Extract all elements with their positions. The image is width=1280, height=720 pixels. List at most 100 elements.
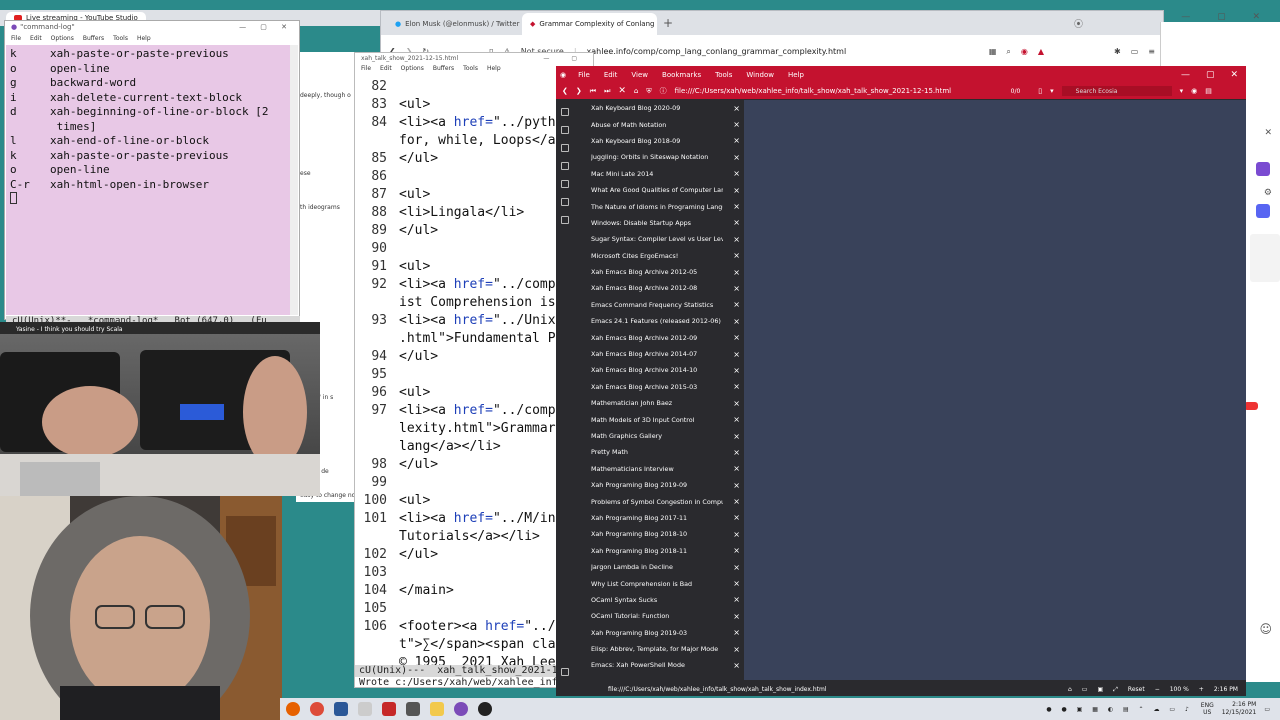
tab-list-item[interactable]: Mathematicians Interview ×: [576, 461, 744, 477]
forward-icon[interactable]: ❯: [576, 87, 582, 95]
tab-list-item[interactable]: OCaml Syntax Sucks ×: [576, 592, 744, 608]
menu-tools[interactable]: Tools: [463, 65, 478, 75]
close-icon[interactable]: ×: [733, 169, 740, 178]
close-icon[interactable]: ×: [733, 628, 740, 637]
tab-list-item[interactable]: Xah Keyboard Blog 2020-09 ×: [576, 100, 744, 116]
zoom-icon[interactable]: ⌕: [1006, 47, 1010, 57]
tab-list-item[interactable]: Xah Emacs Blog Archive 2015-03 ×: [576, 379, 744, 395]
back-icon[interactable]: ❮: [562, 87, 568, 95]
chrome-taskbar-icon[interactable]: [310, 702, 324, 716]
stop-icon[interactable]: ✕: [618, 86, 626, 96]
dropdown-icon[interactable]: ▾: [1180, 87, 1184, 95]
menu-help[interactable]: Help: [487, 65, 501, 75]
close-icon[interactable]: ×: [733, 464, 740, 473]
close-icon[interactable]: ×: [733, 481, 740, 490]
close-icon[interactable]: ×: [733, 497, 740, 506]
menu-help[interactable]: Help: [788, 71, 804, 79]
clock[interactable]: 2:16 PM 12/15/2021: [1222, 701, 1257, 717]
menu-edit[interactable]: Edit: [30, 35, 42, 44]
calculator-taskbar-icon[interactable]: [406, 702, 420, 716]
tab-list-item[interactable]: Mac Mini Late 2014 ×: [576, 166, 744, 182]
close-icon[interactable]: ×: [733, 563, 740, 572]
reader-icon[interactable]: ▭: [1082, 686, 1088, 694]
minimize-icon[interactable]: —: [1181, 70, 1190, 80]
folder-taskbar-icon[interactable]: [430, 702, 444, 716]
page-content[interactable]: [744, 100, 1246, 680]
firefox-taskbar-icon[interactable]: [286, 702, 300, 716]
emoji-icon[interactable]: ☺: [1259, 622, 1272, 636]
command-log-buffer[interactable]: k xah-paste-or-paste-previous o open-line g b…: [6, 45, 293, 315]
gear-icon[interactable]: ⚙: [1264, 188, 1272, 198]
menu-window[interactable]: Window: [746, 71, 774, 79]
menu-bookmarks[interactable]: Bookmarks: [662, 71, 701, 79]
zoom-plus-icon[interactable]: +: [1199, 686, 1204, 694]
tab-list-item[interactable]: Xah Programing Blog 2019-09 ×: [576, 477, 744, 493]
purple-app-icon[interactable]: [1256, 162, 1270, 176]
close-icon[interactable]: ×: [733, 202, 740, 211]
close-icon[interactable]: ×: [733, 530, 740, 539]
window-controls[interactable]: — ▢ ✕: [1181, 12, 1272, 22]
close-icon[interactable]: ✕: [1264, 128, 1272, 138]
tab-list-item[interactable]: Xah Emacs Blog Archive 2012-09 ×: [576, 329, 744, 345]
tab-list-item[interactable]: The Nature of Idioms in Programing Langu…: [576, 198, 744, 214]
menu-file[interactable]: File: [11, 35, 21, 44]
close-icon[interactable]: ×: [733, 382, 740, 391]
close-icon[interactable]: ×: [733, 300, 740, 309]
discord-icon[interactable]: [1256, 204, 1270, 218]
close-icon[interactable]: ×: [733, 153, 740, 162]
zoom-minus-icon[interactable]: −: [1155, 686, 1160, 694]
app-taskbar-icon[interactable]: [382, 702, 396, 716]
first-icon[interactable]: ⏮: [590, 87, 596, 96]
close-icon[interactable]: ×: [733, 415, 740, 424]
address-bar[interactable]: file:///C:/Users/xah/web/xahlee_info/tal…: [675, 87, 995, 95]
tab-list-item[interactable]: Juggling: Orbits in Siteswap Notation ×: [576, 149, 744, 165]
settings-taskbar-icon[interactable]: [358, 702, 372, 716]
menu-options[interactable]: Options: [401, 65, 424, 75]
menu-icon[interactable]: ≡: [1148, 47, 1155, 56]
window-controls[interactable]: — ▢: [543, 55, 587, 63]
dropdown-icon[interactable]: ▾: [1050, 87, 1054, 95]
extension-icon[interactable]: ◉: [1021, 47, 1028, 56]
fullscreen-icon[interactable]: ⤢: [1113, 686, 1118, 694]
close-icon[interactable]: ×: [733, 218, 740, 227]
tab-list-item[interactable]: Xah Emacs Blog Archive 2012-08 ×: [576, 280, 744, 296]
home-icon[interactable]: ⌂: [634, 87, 638, 95]
maximize-icon[interactable]: ▢: [1206, 70, 1215, 80]
notification-icon[interactable]: ▭: [1264, 706, 1270, 713]
close-icon[interactable]: ×: [733, 186, 740, 195]
tab-list-item[interactable]: Sugar Syntax: Compiler Level vs User Lev…: [576, 231, 744, 247]
menu-file[interactable]: File: [361, 65, 371, 75]
image-icon[interactable]: ▣: [1097, 686, 1103, 694]
tab-list-item[interactable]: Problems of Symbol Congestion in Compute…: [576, 493, 744, 509]
close-icon[interactable]: ×: [733, 235, 740, 244]
new-tab-button[interactable]: +: [663, 16, 673, 30]
close-icon[interactable]: ×: [733, 448, 740, 457]
close-icon[interactable]: ×: [733, 136, 740, 145]
close-icon[interactable]: ×: [733, 366, 740, 375]
puzzle-icon[interactable]: ✱: [1114, 47, 1121, 56]
close-icon[interactable]: ×: [733, 579, 740, 588]
tab-list-item[interactable]: Windows: Disable Startup Apps ×: [576, 215, 744, 231]
language-indicator[interactable]: ENG US: [1201, 702, 1214, 716]
tab-list-item[interactable]: Pretty Math ×: [576, 444, 744, 460]
reset-button[interactable]: Reset: [1128, 686, 1145, 694]
close-icon[interactable]: ×: [733, 513, 740, 522]
tab-list-item[interactable]: Elisp: Abbrev, Template, for Major Mode ×: [576, 641, 744, 657]
tab-list-item[interactable]: Abuse of Math Notation ×: [576, 116, 744, 132]
scrollbar[interactable]: [290, 45, 298, 315]
obs-taskbar-icon[interactable]: [478, 702, 492, 716]
tab-list-item[interactable]: Math Models of 3D Input Control ×: [576, 411, 744, 427]
close-icon[interactable]: ×: [733, 251, 740, 260]
tab-list-item[interactable]: Why List Comprehension is Bad ×: [576, 575, 744, 591]
close-icon[interactable]: ×: [733, 268, 740, 277]
bookmark-sidebar-icon[interactable]: [561, 108, 569, 116]
tab-twitter[interactable]: ● Elon Musk (@elonmusk) / Twitter ×: [387, 13, 522, 35]
qr-icon[interactable]: ▦: [989, 47, 997, 56]
download-icon[interactable]: [561, 126, 569, 134]
close-icon[interactable]: ×: [733, 399, 740, 408]
tab-list-item[interactable]: Math Graphics Gallery ×: [576, 428, 744, 444]
window-controls[interactable]: — ▢ ✕: [239, 23, 293, 32]
puzzle-icon[interactable]: [561, 198, 569, 206]
tab-list-item[interactable]: What Are Good Qualities of Computer Lang…: [576, 182, 744, 198]
avatar[interactable]: ◉: [1191, 87, 1197, 95]
